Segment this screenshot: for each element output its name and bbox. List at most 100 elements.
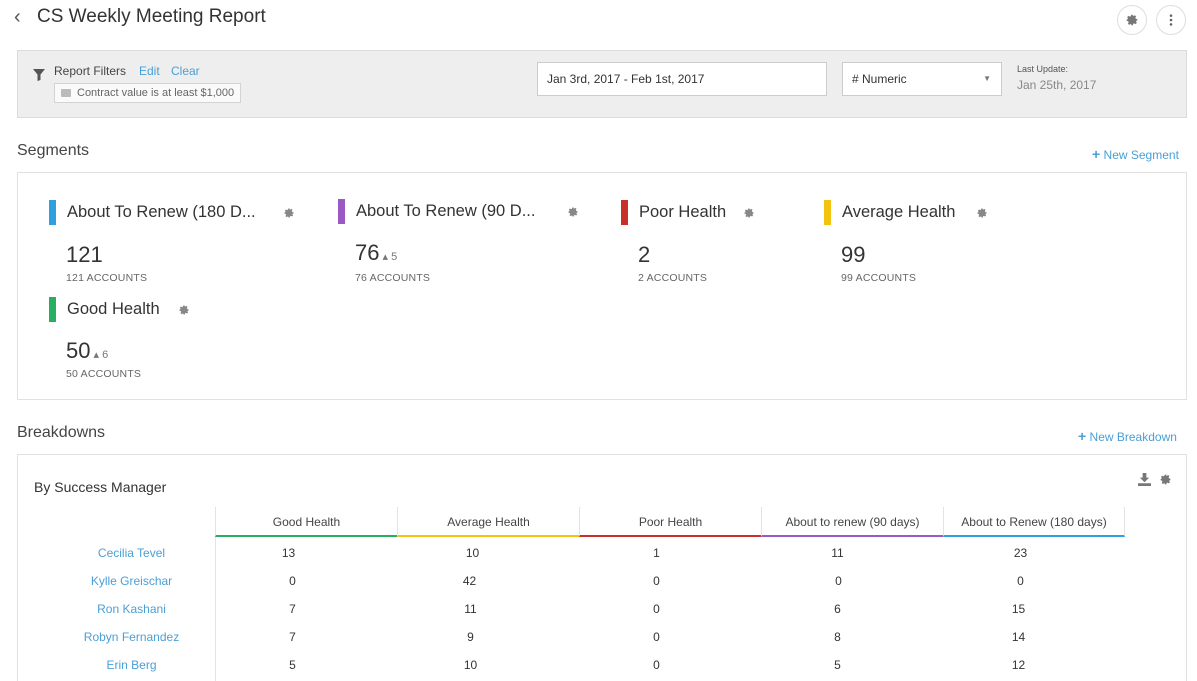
segment-count: 2 (638, 242, 651, 267)
back-arrow-icon[interactable]: ‹ (14, 6, 21, 29)
segment-accounts: 50 ACCOUNTS (66, 368, 142, 380)
date-range-input[interactable]: Jan 3rd, 2017 - Feb 1st, 2017 (537, 62, 827, 96)
last-update-label: Last Update: (1017, 64, 1069, 74)
segment-color-bar (338, 199, 345, 224)
table-cell: 0 (289, 574, 296, 588)
gear-icon (1126, 14, 1138, 26)
table-cell: 10 (465, 546, 480, 560)
segments-panel: About To Renew (180 D... 121 121 ACCOUNT… (17, 172, 1187, 400)
segment-accounts: 76 ACCOUNTS (355, 272, 431, 284)
segment-card[interactable]: Average Health 99 99 ACCOUNTS (824, 200, 1084, 290)
table-cell: 0 (653, 630, 660, 644)
segment-count: 99 (841, 242, 866, 267)
segment-count: 76 (355, 240, 380, 265)
gear-icon[interactable] (1159, 473, 1172, 486)
table-cell: 14 (1011, 630, 1026, 644)
table-cell: 15 (1011, 602, 1026, 616)
segment-count-wrap: 76 ▴ 5 (355, 240, 397, 266)
new-segment-label: New Segment (1103, 148, 1179, 162)
table-cell: 0 (1017, 574, 1024, 588)
settings-button[interactable] (1117, 5, 1147, 35)
column-header-renew-180[interactable]: About to Renew (180 days) (943, 507, 1125, 537)
table-cell: 7 (289, 602, 296, 616)
segment-color-bar (621, 200, 628, 225)
segment-color-bar (49, 297, 56, 322)
table-cell: 42 (462, 574, 477, 588)
segment-name: Average Health (842, 203, 956, 221)
page-title: CS Weekly Meeting Report (37, 6, 266, 27)
metric-select[interactable]: # Numeric ▼ (842, 62, 1002, 96)
segment-delta-value: 5 (391, 251, 398, 263)
filter-funnel-icon (33, 69, 45, 81)
breakdowns-heading: Breakdowns (17, 424, 106, 441)
segment-accounts: 99 ACCOUNTS (841, 272, 917, 284)
table-cell: 12 (1011, 658, 1026, 672)
metric-select-value: # Numeric (852, 72, 907, 86)
column-header-poor-health[interactable]: Poor Health (579, 507, 761, 537)
more-options-button[interactable] (1156, 5, 1186, 35)
column-header-good-health[interactable]: Good Health (215, 507, 397, 537)
new-segment-link[interactable]: + New Segment (1092, 146, 1179, 162)
table-cell: 10 (463, 658, 478, 672)
new-breakdown-label: New Breakdown (1089, 430, 1177, 444)
table-cell: 0 (835, 574, 842, 588)
plus-icon: + (1078, 428, 1087, 444)
segment-name: Poor Health (639, 203, 727, 221)
table-cell: 8 (834, 630, 841, 644)
filter-chip[interactable]: Contract value is at least $1,000 (54, 83, 242, 103)
segments-heading: Segments (17, 142, 90, 159)
segment-gear-icon[interactable] (283, 207, 295, 219)
table-cell: 7 (289, 630, 296, 644)
column-header-renew-90[interactable]: About to renew (90 days) (761, 507, 943, 537)
segment-name: About To Renew (90 D... (356, 202, 536, 220)
segment-card[interactable]: About To Renew (180 D... 121 121 ACCOUNT… (49, 200, 309, 290)
table-cell: 5 (834, 658, 841, 672)
table-cell: 13 (281, 546, 296, 560)
segment-accounts: 121 ACCOUNTS (66, 272, 148, 284)
segment-delta-value: 6 (102, 349, 109, 361)
new-breakdown-link[interactable]: + New Breakdown (1078, 428, 1177, 444)
table-cell: 0 (653, 658, 660, 672)
segment-accounts: 2 ACCOUNTS (638, 272, 708, 284)
segment-delta: ▴ 6 (93, 349, 108, 361)
segment-delta: ▴ 5 (382, 251, 397, 263)
page-header: ‹ CS Weekly Meeting Report (0, 0, 1197, 44)
filter-chip-label: Contract value is at least $1,000 (77, 87, 235, 99)
vertical-ellipsis-icon (1169, 14, 1173, 26)
table-cell: 5 (289, 658, 296, 672)
segment-count-wrap: 50 ▴ 6 (66, 338, 108, 364)
breakdown-panel: By Success Manager Good Health Average H… (17, 454, 1187, 681)
delta-up-icon: ▴ (382, 251, 389, 263)
column-header-average-health[interactable]: Average Health (397, 507, 579, 537)
clear-filters-link[interactable]: Clear (171, 64, 200, 78)
segment-color-bar (824, 200, 831, 225)
segment-name: Good Health (67, 300, 160, 318)
segment-card[interactable]: Good Health 50 ▴ 6 50 ACCOUNTS (49, 297, 309, 387)
table-cell: 9 (467, 630, 474, 644)
download-icon[interactable] (1138, 473, 1151, 486)
breakdown-title: By Success Manager (34, 479, 167, 495)
delta-up-icon: ▴ (93, 349, 100, 361)
table-cell: 23 (1013, 546, 1028, 560)
segment-card[interactable]: About To Renew (90 D... 76 ▴ 5 76 ACCOUNT… (338, 199, 598, 289)
table-cell: 6 (834, 602, 841, 616)
plus-icon: + (1092, 146, 1101, 162)
segment-name: About To Renew (180 D... (67, 203, 256, 221)
edit-filters-link[interactable]: Edit (139, 64, 160, 78)
segment-color-bar (49, 200, 56, 225)
segment-count: 50 (66, 338, 91, 363)
table-cell: 11 (831, 546, 844, 560)
filter-bar: Report Filters Edit Clear Contract value… (17, 50, 1187, 118)
segment-gear-icon[interactable] (976, 207, 988, 219)
segment-gear-icon[interactable] (178, 304, 190, 316)
report-filters-label: Report Filters (54, 64, 127, 78)
table-cell: 11 (464, 602, 477, 616)
caret-down-icon: ▼ (983, 74, 991, 83)
table-cell: 0 (653, 574, 660, 588)
last-update-value: Jan 25th, 2017 (1017, 78, 1097, 92)
table-cell: 0 (653, 602, 660, 616)
segment-gear-icon[interactable] (567, 206, 579, 218)
table-cell: 1 (653, 546, 660, 560)
briefcase-icon (61, 89, 71, 97)
segment-gear-icon[interactable] (743, 207, 755, 219)
